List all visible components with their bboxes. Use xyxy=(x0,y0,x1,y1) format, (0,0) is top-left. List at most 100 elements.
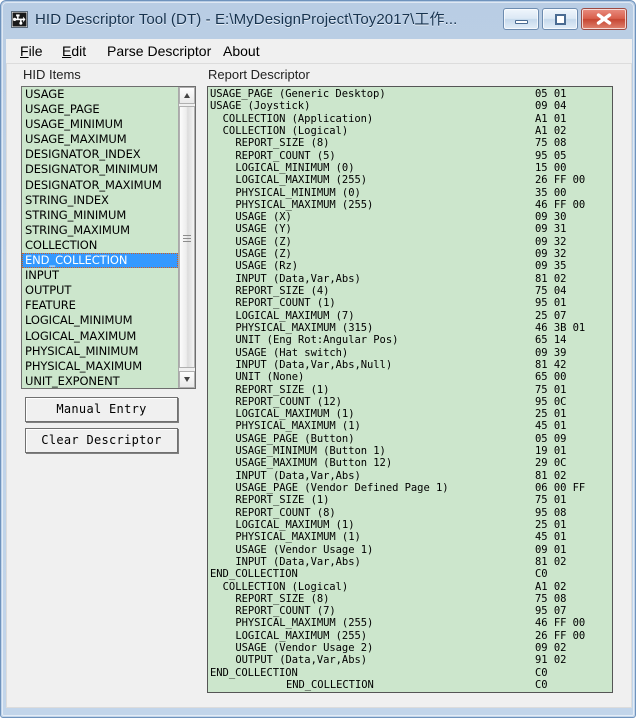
report-descriptor-line[interactable]: LOGICAL_MAXIMUM (1) 25 01 xyxy=(210,408,612,420)
report-item-hex: 09 30 xyxy=(535,211,567,224)
report-descriptor-line[interactable]: LOGICAL_MAXIMUM (1) 25 01 xyxy=(210,519,612,531)
report-item-hex: 81 02 xyxy=(535,272,567,285)
report-descriptor-line[interactable]: LOGICAL_MAXIMUM (7) 25 07 xyxy=(210,310,612,322)
report-descriptor-line[interactable]: OUTPUT (Data,Var,Abs) 91 02 xyxy=(210,654,612,666)
report-descriptor-line[interactable]: USAGE_PAGE (Generic Desktop) 05 01 xyxy=(210,88,612,100)
hid-item-feature[interactable]: FEATURE xyxy=(22,298,178,313)
report-descriptor-line[interactable]: PHYSICAL_MINIMUM (0) 35 00 xyxy=(210,187,612,199)
scroll-down-button[interactable] xyxy=(179,371,195,388)
manual-entry-button[interactable]: Manual Entry xyxy=(25,397,178,422)
report-item-name: REPORT_SIZE (8) xyxy=(235,137,330,150)
report-descriptor-line[interactable]: PHYSICAL_MAXIMUM (1) 45 01 xyxy=(210,531,612,543)
menu-edit-label: dit xyxy=(71,43,87,59)
report-descriptor-line[interactable]: LOGICAL_MINIMUM (0) 15 00 xyxy=(210,162,612,174)
report-item-name: USAGE (X) xyxy=(235,211,292,224)
close-button[interactable] xyxy=(581,8,627,30)
report-descriptor-line[interactable]: INPUT (Data,Var,Abs,Null) 81 42 xyxy=(210,359,612,371)
report-descriptor-line[interactable]: COLLECTION (Application) A1 01 xyxy=(210,113,612,125)
hid-item-input[interactable]: INPUT xyxy=(22,268,178,283)
hid-items-listbox[interactable]: USAGE USAGE_PAGE USAGE_MINIMUM USAGE_MAXIMU… xyxy=(21,86,196,389)
hid-item-usage-minimum[interactable]: USAGE_MINIMUM xyxy=(22,117,178,132)
report-descriptor-line[interactable]: REPORT_COUNT (7) 95 07 xyxy=(210,605,612,617)
title-bar[interactable]: HID Descriptor Tool (DT) - E:\MyDesignPr… xyxy=(1,1,635,39)
report-descriptor-line[interactable]: USAGE (Rz) 09 35 xyxy=(210,260,612,272)
hid-item-designator-maximum[interactable]: DESIGNATOR_MAXIMUM xyxy=(22,178,178,193)
report-descriptor-line[interactable]: USAGE (Hat switch) 09 39 xyxy=(210,347,612,359)
report-descriptor-line[interactable]: PHYSICAL_MAXIMUM (315) 46 3B 01 xyxy=(210,322,612,334)
report-item-hex: 15 00 xyxy=(535,161,567,174)
hid-item-designator-index[interactable]: DESIGNATOR_INDEX xyxy=(22,147,178,162)
report-descriptor-line[interactable]: USAGE_PAGE (Vendor Defined Page 1) 06 00 … xyxy=(210,482,612,494)
report-descriptor-line[interactable]: PHYSICAL_MAXIMUM (255) 46 FF 00 xyxy=(210,199,612,211)
report-descriptor-line[interactable]: REPORT_COUNT (12) 95 0C xyxy=(210,396,612,408)
report-descriptor-line[interactable]: USAGE (Y) 09 31 xyxy=(210,223,612,235)
report-descriptor-line[interactable]: USAGE (Vendor Usage 1) 09 01 xyxy=(210,544,612,556)
report-descriptor-line[interactable]: REPORT_SIZE (1) 75 01 xyxy=(210,494,612,506)
menu-bar: File Edit Parse Descriptor About xyxy=(6,39,632,63)
report-descriptor-line[interactable]: REPORT_SIZE (8) 75 08 xyxy=(210,137,612,149)
report-descriptor-line[interactable]: USAGE (Joystick) 09 04 xyxy=(210,100,612,112)
hid-item-string-minimum[interactable]: STRING_MINIMUM xyxy=(22,208,178,223)
report-descriptor-line[interactable]: USAGE_MINIMUM (Button 1) 19 01 xyxy=(210,445,612,457)
report-descriptor-line[interactable]: COLLECTION (Logical) A1 02 xyxy=(210,581,612,593)
report-descriptor-line[interactable]: COLLECTION (Logical) A1 02 xyxy=(210,125,612,137)
report-descriptor-line[interactable]: END_COLLECTION C0 xyxy=(210,679,612,691)
hid-items-scrollbar[interactable] xyxy=(178,87,195,388)
hid-item-physical-minimum[interactable]: PHYSICAL_MINIMUM xyxy=(22,344,178,359)
report-item-hex: 81 02 xyxy=(535,555,567,568)
window-title: HID Descriptor Tool (DT) - E:\MyDesignPr… xyxy=(35,11,458,28)
hid-item-usage[interactable]: USAGE xyxy=(22,87,178,102)
report-descriptor-line[interactable]: UNIT (Eng Rot:Angular Pos) 65 14 xyxy=(210,334,612,346)
hid-items-list[interactable]: USAGE USAGE_PAGE USAGE_MINIMUM USAGE_MAXIMU… xyxy=(22,87,178,388)
window-bottom-strip xyxy=(2,706,635,716)
report-descriptor-line[interactable]: USAGE (Vendor Usage 2) 09 02 xyxy=(210,642,612,654)
scroll-up-button[interactable] xyxy=(179,87,195,104)
report-descriptor-line[interactable]: REPORT_SIZE (4) 75 04 xyxy=(210,285,612,297)
report-descriptor-line[interactable]: END_COLLECTION C0 xyxy=(210,667,612,679)
menu-file[interactable]: File xyxy=(16,42,47,60)
hid-item-end-collection[interactable]: END_COLLECTION xyxy=(22,253,178,269)
hid-item-logical-maximum[interactable]: LOGICAL_MAXIMUM xyxy=(22,329,178,344)
maximize-button[interactable] xyxy=(542,8,578,30)
hid-item-string-index[interactable]: STRING_INDEX xyxy=(22,193,178,208)
report-descriptor-line[interactable]: USAGE_PAGE (Button) 05 09 xyxy=(210,433,612,445)
report-descriptor-line[interactable]: REPORT_SIZE (1) 75 01 xyxy=(210,384,612,396)
clear-descriptor-button[interactable]: Clear Descriptor xyxy=(25,428,178,453)
report-descriptor-line[interactable]: REPORT_COUNT (8) 95 08 xyxy=(210,507,612,519)
hid-item-usage-maximum[interactable]: USAGE_MAXIMUM xyxy=(22,132,178,147)
hid-item-output[interactable]: OUTPUT xyxy=(22,283,178,298)
hid-item-collection[interactable]: COLLECTION xyxy=(22,238,178,253)
report-descriptor-line[interactable]: INPUT (Data,Var,Abs) 81 02 xyxy=(210,556,612,568)
hid-item-logical-minimum[interactable]: LOGICAL_MINIMUM xyxy=(22,313,178,328)
hid-item-unit-exponent[interactable]: UNIT_EXPONENT xyxy=(22,374,178,388)
report-item-hex: 25 07 xyxy=(535,309,567,322)
minimize-button[interactable] xyxy=(503,8,539,30)
report-descriptor-line[interactable]: USAGE (Z) 09 32 xyxy=(210,248,612,260)
menu-parse-descriptor[interactable]: Parse Descriptor xyxy=(103,42,215,60)
hid-item-physical-maximum[interactable]: PHYSICAL_MAXIMUM xyxy=(22,359,178,374)
report-descriptor-line[interactable]: LOGICAL_MAXIMUM (255) 26 FF 00 xyxy=(210,630,612,642)
hid-item-designator-minimum[interactable]: DESIGNATOR_MINIMUM xyxy=(22,162,178,177)
report-descriptor-line[interactable]: USAGE (X) 09 30 xyxy=(210,211,612,223)
report-descriptor-line[interactable]: USAGE_MAXIMUM (Button 12) 29 0C xyxy=(210,457,612,469)
report-item-hex: 65 00 xyxy=(535,371,567,384)
hid-item-string-maximum[interactable]: STRING_MAXIMUM xyxy=(22,223,178,238)
report-descriptor-line[interactable]: END_COLLECTION C0 xyxy=(210,568,612,580)
report-descriptor-line[interactable]: UNIT (None) 65 00 xyxy=(210,371,612,383)
report-descriptor-line[interactable]: REPORT_COUNT (1) 95 01 xyxy=(210,297,612,309)
report-descriptor-line[interactable]: PHYSICAL_MAXIMUM (1) 45 01 xyxy=(210,420,612,432)
report-descriptor-line[interactable]: REPORT_COUNT (5) 95 05 xyxy=(210,150,612,162)
report-item-name: LOGICAL_MAXIMUM (1) xyxy=(235,518,355,531)
menu-edit[interactable]: Edit xyxy=(58,42,90,60)
hid-item-usage-page[interactable]: USAGE_PAGE xyxy=(22,102,178,117)
scrollbar-thumb[interactable] xyxy=(179,106,195,368)
menu-about[interactable]: About xyxy=(219,42,264,60)
report-descriptor-line[interactable]: REPORT_SIZE (8) 75 08 xyxy=(210,593,612,605)
report-descriptor-line[interactable]: INPUT (Data,Var,Abs) 81 02 xyxy=(210,470,612,482)
report-descriptor-line[interactable]: LOGICAL_MAXIMUM (255) 26 FF 00 xyxy=(210,174,612,186)
report-descriptor-line[interactable]: USAGE (Z) 09 32 xyxy=(210,236,612,248)
report-descriptor-line[interactable]: INPUT (Data,Var,Abs) 81 02 xyxy=(210,273,612,285)
report-item-hex: 46 3B 01 xyxy=(535,321,586,334)
report-descriptor-line[interactable]: PHYSICAL_MAXIMUM (255) 46 FF 00 xyxy=(210,617,612,629)
report-descriptor-panel[interactable]: USAGE_PAGE (Generic Desktop) 05 01 USAGE (… xyxy=(207,86,613,693)
